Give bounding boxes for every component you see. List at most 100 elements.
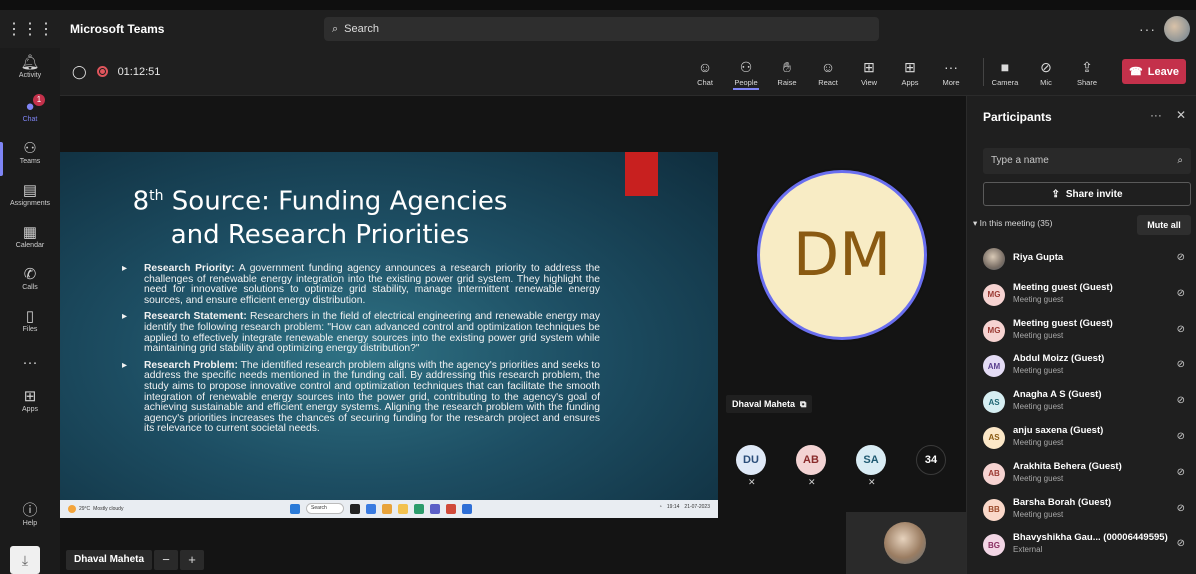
people-button[interactable]: ⚇ People — [729, 48, 763, 96]
participant-row[interactable]: AM Abdul Moizz (Guest) Meeting guest ⊘ — [967, 347, 1196, 383]
participant-row[interactable]: Riya Gupta ⊘ — [967, 240, 1196, 276]
mic-off-icon[interactable]: ⊘ — [1177, 252, 1185, 263]
participant-row[interactable]: AS Anagha A S (Guest) Meeting guest ⊘ — [967, 383, 1196, 419]
weather-desc: Mostly cloudy — [93, 506, 124, 512]
recording-icon — [96, 66, 108, 77]
bullet-research-priority: Research Priority: A government funding … — [122, 263, 600, 306]
more-participants-count[interactable]: 34 — [916, 445, 946, 475]
avatar: BB — [983, 498, 1005, 521]
chat-icon: ☺ — [697, 58, 713, 75]
file-icon: ▯ — [25, 308, 35, 325]
more-options-icon[interactable]: ··· — [1150, 108, 1162, 122]
zoom-in-button[interactable]: + — [180, 550, 205, 570]
participant-role: Meeting guest — [1013, 330, 1064, 340]
mic-off-icon[interactable]: ⊘ — [1177, 359, 1185, 370]
speaker-name: Dhaval Maheta — [732, 399, 796, 409]
rail-item-apps[interactable]: ⊞ Apps — [0, 388, 60, 413]
participant-tile[interactable]: DU — [736, 445, 766, 475]
rail-item-teams[interactable]: ⚇ Teams — [0, 140, 60, 165]
powerpoint-icon — [446, 503, 456, 514]
mic-off-icon[interactable]: ⊘ — [1177, 288, 1185, 299]
rail-label: Chat — [22, 116, 38, 123]
participant-row[interactable]: AB Arakhita Behera (Guest) Meeting guest ⊘ — [967, 455, 1196, 491]
rail-item-activity[interactable]: 🔔︎ Activity — [0, 54, 60, 79]
mic-off-icon: ✕ — [748, 477, 756, 487]
profile-avatar[interactable] — [1164, 16, 1190, 42]
raise-hand-button[interactable]: ✋︎ Raise — [770, 48, 804, 96]
taskbar-apps: Search — [290, 503, 472, 514]
chrome-icon — [382, 503, 392, 514]
mute-all-button[interactable]: Mute all — [1137, 215, 1191, 235]
share-invite-button[interactable]: ⇪ Share invite — [983, 182, 1191, 206]
apps-button[interactable]: ⊞ Apps — [893, 48, 927, 96]
participant-row[interactable]: MG Meeting guest (Guest) Meeting guest ⊘ — [967, 276, 1196, 312]
more-button[interactable]: ··· More — [934, 48, 968, 96]
chat-button[interactable]: ☺ Chat — [688, 48, 722, 96]
taskview-icon — [350, 503, 360, 514]
self-avatar — [884, 522, 926, 564]
mic-off-icon[interactable]: ⊘ — [1177, 467, 1185, 478]
panel-controls: ··· ✕ — [1150, 108, 1186, 122]
wifi-icon: ◔ — [658, 504, 662, 510]
speaker-avatar: DM — [757, 170, 927, 340]
share-icon: ⇪ — [1081, 58, 1093, 75]
mic-off-icon[interactable]: ⊘ — [1177, 324, 1185, 335]
toolbar-divider — [983, 58, 984, 86]
participant-role: Meeting guest — [1013, 294, 1064, 304]
participant-search-input[interactable]: Type a name ⌕ — [983, 148, 1191, 174]
rail-item-calendar[interactable]: ▦ Calendar — [0, 224, 60, 249]
participant-row[interactable]: AS anju saxena (Guest) Meeting guest ⊘ — [967, 419, 1196, 455]
avatar: BG — [983, 534, 1005, 557]
phone-hangup-icon: ☎ — [1129, 66, 1143, 78]
rail-label: Files — [22, 326, 38, 333]
panel-title: Participants — [983, 110, 1052, 124]
mic-off-icon[interactable]: ⊘ — [1177, 431, 1185, 442]
app-launcher-icon[interactable]: ⋮⋮⋮ — [0, 10, 60, 48]
camera-button[interactable]: ■ Camera — [988, 48, 1022, 96]
tool-label: Camera — [991, 77, 1019, 87]
participant-tile[interactable]: SA — [856, 445, 886, 475]
mic-off-icon[interactable]: ⊘ — [1177, 395, 1185, 406]
participant-name: Riya Gupta — [1013, 252, 1064, 263]
participant-row[interactable]: MG Meeting guest (Guest) Meeting guest ⊘ — [967, 312, 1196, 348]
more-options-icon[interactable]: ··· — [1139, 21, 1156, 37]
search-input[interactable]: ⌕ Search — [324, 17, 879, 41]
rail-item-files[interactable]: ▯ Files — [0, 308, 60, 333]
section-label: In this meeting (35) — [979, 218, 1053, 228]
avatar: AB — [983, 462, 1005, 485]
title-part: 8 — [132, 186, 150, 217]
rail-item-chat[interactable]: ● 1 Chat — [0, 94, 60, 123]
leave-button[interactable]: ☎ Leave — [1122, 59, 1186, 84]
mic-off-icon[interactable]: ⊘ — [1177, 538, 1185, 549]
taskbar-search: Search — [306, 503, 344, 514]
rail-label: Help — [22, 520, 38, 527]
zoom-out-button[interactable]: − — [154, 550, 179, 570]
react-button[interactable]: ☺ React — [811, 48, 845, 96]
rail-item-assignments[interactable]: ▤ Assignments — [0, 182, 60, 207]
mic-button[interactable]: ⊘ Mic — [1029, 48, 1063, 96]
participants-panel: Participants ··· ✕ Type a name ⌕ ⇪ Share… — [966, 96, 1196, 574]
more-apps-icon[interactable]: ··· — [0, 354, 60, 372]
tray-time: 19:14 — [666, 504, 680, 510]
teams-app-icon — [430, 503, 440, 514]
screen-share-icon: ⧉ — [800, 398, 807, 409]
rail-item-help[interactable]: ⓘ Help — [0, 502, 60, 527]
meeting-toolbar: ◯ 01:12:51 ☺ Chat ⚇ People ✋︎ Raise ☺ React … — [60, 48, 1196, 96]
rail-item-calls[interactable]: ✆ Calls — [0, 266, 60, 291]
search-icon: ⌕ — [1177, 155, 1183, 166]
participant-row[interactable]: BG Bhavyshikha Gau... (00006449595) Extern… — [967, 526, 1196, 562]
participant-row[interactable]: BB Barsha Borah (Guest) Meeting guest ⊘ — [967, 491, 1196, 527]
account-area: ··· — [1139, 16, 1190, 42]
share-icon: ⇪ — [1051, 188, 1060, 200]
tool-label: Mic — [1040, 77, 1052, 87]
mic-off-icon: ✕ — [868, 477, 876, 487]
share-button[interactable]: ⇪ Share — [1070, 48, 1104, 96]
close-icon[interactable]: ✕ — [1176, 108, 1186, 122]
download-icon[interactable]: ⤓ — [10, 546, 40, 574]
rail-label: Assignments — [9, 200, 51, 207]
participant-name: Arakhita Behera (Guest) — [1013, 460, 1122, 472]
view-button[interactable]: ⊞ View — [852, 48, 886, 96]
mic-off-icon[interactable]: ⊘ — [1177, 503, 1185, 514]
section-header[interactable]: ▾ In this meeting (35) — [973, 218, 1052, 229]
participant-tile[interactable]: AB — [796, 445, 826, 475]
